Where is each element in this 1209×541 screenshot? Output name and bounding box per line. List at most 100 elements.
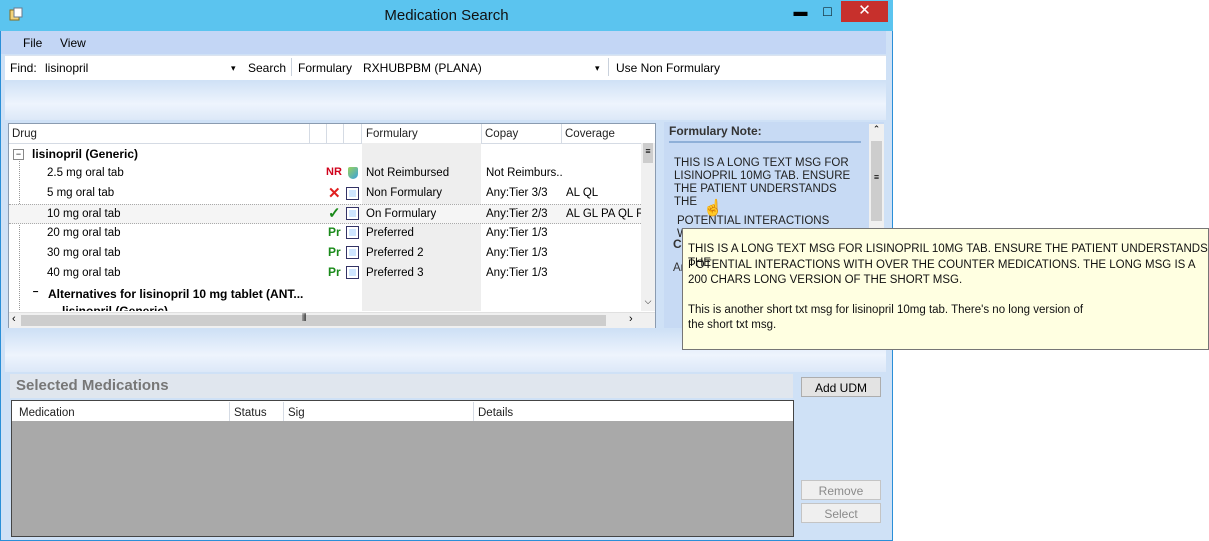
close-button[interactable]: ✕ xyxy=(841,1,888,22)
column-copay[interactable]: Copay xyxy=(485,128,518,140)
gradient-band xyxy=(5,80,886,120)
copay: Any:Tier 1/3 xyxy=(486,267,548,279)
menu-view[interactable]: View xyxy=(60,36,86,50)
drug-grid-vertical-scrollbar[interactable]: ≡ ⌵ xyxy=(641,143,655,311)
find-input[interactable]: lisinopril xyxy=(45,61,225,75)
drug-grid-header xyxy=(9,124,641,144)
chevron-down-icon[interactable]: ▾ xyxy=(595,63,600,74)
column-separator xyxy=(309,124,310,143)
drug-name: 20 mg oral tab xyxy=(47,227,121,239)
chevron-right-icon[interactable]: › xyxy=(629,313,633,325)
column-formulary[interactable]: Formulary xyxy=(366,128,418,140)
column-separator xyxy=(361,124,362,143)
drug-name: 40 mg oral tab xyxy=(47,267,121,279)
grip-icon: ≡ xyxy=(873,172,880,182)
formulary-status: Preferred xyxy=(366,227,414,239)
preferred-icon: Pr xyxy=(328,265,341,279)
grip-icon: ≡ xyxy=(645,146,651,156)
column-drug[interactable]: Drug xyxy=(12,128,37,140)
column-details[interactable]: Details xyxy=(478,407,513,419)
tree-expander-icon[interactable]: − xyxy=(31,288,40,298)
on-formulary-check-icon: ✓ xyxy=(328,205,341,222)
copay: Any:Tier 3/3 xyxy=(486,187,548,199)
drug-name: 5 mg oral tab xyxy=(47,187,115,199)
menu-bar xyxy=(1,31,886,54)
hand-cursor-icon: ☝ xyxy=(703,200,723,217)
note-line: LISINOPRIL 10MG TAB. ENSURE xyxy=(674,170,851,182)
minimize-button[interactable]: ▬ xyxy=(787,1,814,22)
chevron-up-icon[interactable]: ⌃ xyxy=(870,124,883,135)
column-separator xyxy=(561,124,562,143)
drug-grid-horizontal-scrollbar[interactable]: ‹ ⦀ › xyxy=(9,312,655,328)
table-row[interactable]: 30 mg oral tab Pr Preferred 2 Any:Tier 1… xyxy=(9,244,641,264)
table-row[interactable]: 20 mg oral tab Pr Preferred Any:Tier 1/3 xyxy=(9,224,641,244)
checkbox-icon[interactable] xyxy=(346,266,359,279)
table-row-selected[interactable]: 10 mg oral tab ✓ On Formulary Any:Tier 2… xyxy=(9,204,641,224)
formulary-select[interactable]: RXHUBPBM (PLANA) xyxy=(363,61,588,75)
column-separator xyxy=(343,124,344,143)
note-line: THIS IS A LONG TEXT MSG FOR xyxy=(674,157,849,169)
partial-row: lisinopril (Generic) xyxy=(62,305,212,311)
tooltip-line: 200 CHARS LONG VERSION OF THE SHORT MSG. xyxy=(688,274,963,286)
column-separator xyxy=(283,402,284,421)
table-row[interactable]: 2.5 mg oral tab NR Not Reimbursed Not Re… xyxy=(9,164,641,184)
not-reimbursed-icon: NR xyxy=(326,166,342,178)
chevron-down-icon[interactable]: ⌵ xyxy=(643,296,653,307)
column-separator xyxy=(473,402,474,421)
formulary-status: Non Formulary xyxy=(366,187,443,199)
add-udm-button[interactable]: Add UDM xyxy=(801,377,881,397)
formulary-status: Not Reimbursed xyxy=(366,167,450,179)
drug-name: 10 mg oral tab xyxy=(47,208,121,220)
note-line: THE PATIENT UNDERSTANDS xyxy=(674,183,837,195)
column-coverage[interactable]: Coverage xyxy=(565,128,615,140)
tooltip-line: POTENTIAL INTERACTIONS WITH OVER THE COU… xyxy=(688,259,1196,271)
drug-name: 2.5 mg oral tab xyxy=(47,167,124,179)
preferred-icon: Pr xyxy=(328,245,341,259)
scroll-thumb[interactable] xyxy=(21,315,606,326)
non-formulary-x-icon: ✕ xyxy=(328,185,341,202)
menu-file[interactable]: File xyxy=(23,36,42,50)
copay: Any:Tier 1/3 xyxy=(486,247,548,259)
tooltip-line: This is another short txt msg for lisino… xyxy=(688,304,1084,316)
drug-name: 30 mg oral tab xyxy=(47,247,121,259)
column-status[interactable]: Status xyxy=(234,407,267,419)
coverage: AL GL PA QL R xyxy=(566,208,641,220)
use-non-formulary-button[interactable]: Use Non Formulary xyxy=(616,61,720,75)
chevron-left-icon[interactable]: ‹ xyxy=(12,313,16,325)
column-sig[interactable]: Sig xyxy=(288,407,305,419)
tooltip-line: the short txt msg. xyxy=(688,319,777,331)
checkbox-icon[interactable] xyxy=(346,187,359,200)
column-separator xyxy=(326,124,327,143)
formulary-status: Preferred 2 xyxy=(366,247,424,259)
table-row[interactable]: 5 mg oral tab ✕ Non Formulary Any:Tier 3… xyxy=(9,184,641,204)
checkbox-icon[interactable] xyxy=(346,226,359,239)
alternatives-group[interactable]: Alternatives for lisinopril 10 mg tablet… xyxy=(48,287,338,301)
formulary-status: Preferred 3 xyxy=(366,267,424,279)
column-separator xyxy=(229,402,230,421)
checkbox-icon[interactable] xyxy=(346,246,359,259)
preferred-icon: Pr xyxy=(328,225,341,239)
maximize-button[interactable]: □ xyxy=(814,1,841,22)
find-label: Find: xyxy=(10,61,37,75)
copay: Not Reimburs... xyxy=(486,167,562,179)
select-button[interactable]: Select xyxy=(801,503,881,523)
selected-medications-heading: Selected Medications xyxy=(16,377,169,394)
formulary-label: Formulary xyxy=(298,61,353,75)
column-medication[interactable]: Medication xyxy=(19,407,75,419)
note-line: THE xyxy=(674,196,697,208)
divider xyxy=(669,141,861,143)
shield-icon xyxy=(348,167,358,179)
section-heading-stub: C xyxy=(673,237,682,251)
drug-group-lisinopril[interactable]: lisinopril (Generic) xyxy=(32,147,138,161)
chevron-down-icon[interactable]: ▾ xyxy=(231,63,236,74)
checkbox-icon[interactable] xyxy=(346,207,359,220)
grip-icon: ⦀ xyxy=(302,313,307,324)
coverage: AL QL xyxy=(566,187,599,199)
column-separator xyxy=(481,124,482,143)
copay: Any:Tier 2/3 xyxy=(486,208,548,220)
tree-expander-icon[interactable]: − xyxy=(13,149,24,160)
remove-button[interactable]: Remove xyxy=(801,480,881,500)
table-row[interactable]: 40 mg oral tab Pr Preferred 3 Any:Tier 1… xyxy=(9,264,641,284)
formulary-status: On Formulary xyxy=(366,208,437,220)
search-button[interactable]: Search xyxy=(248,61,286,75)
